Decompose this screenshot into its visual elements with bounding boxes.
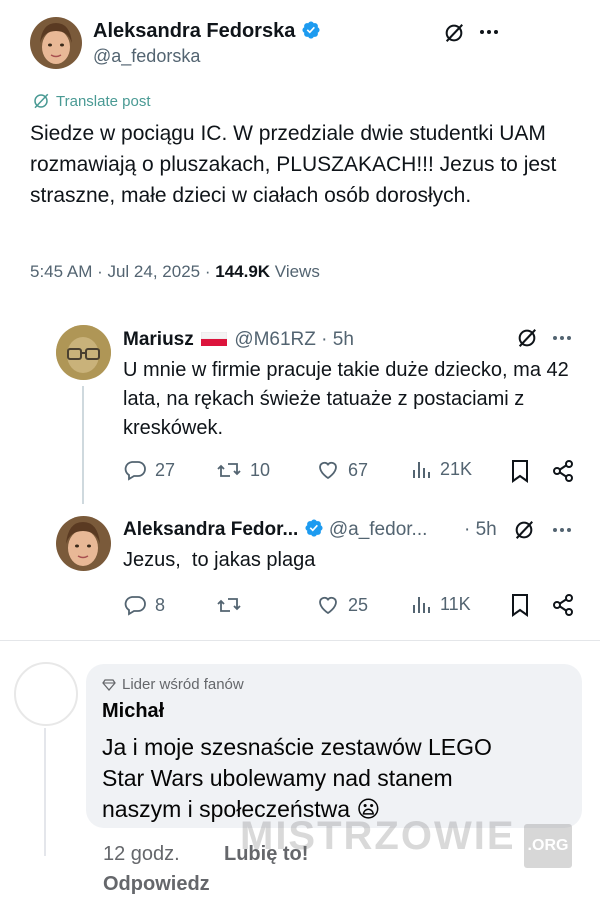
reply-time[interactable]: · 5h (464, 519, 497, 541)
bookmark-icon[interactable] (510, 593, 530, 617)
comment-thread-line (44, 728, 46, 856)
comment-icon (124, 596, 146, 616)
commenter-name[interactable]: Michał (102, 700, 164, 723)
translate-icon (34, 93, 49, 109)
views-count: 11K (440, 593, 471, 614)
reply-text: U mnie w firmie pracuje takie duże dziec… (123, 359, 569, 439)
likes-count: 67 (348, 459, 369, 480)
reply-handle-time[interactable]: @M61RZ · 5h (234, 329, 354, 350)
comment-text: Ja i moje szesnaście zestawów LEGO Star … (102, 734, 492, 822)
author-avatar[interactable] (30, 17, 82, 69)
reply-avatar[interactable] (56, 516, 111, 571)
poland-flag-icon (200, 331, 228, 346)
section-divider (0, 640, 600, 641)
reply-author-name[interactable]: Aleksandra Fedor... (123, 519, 298, 540)
more-options-icon[interactable] (551, 526, 573, 534)
views-count: 21K (440, 458, 473, 479)
heart-icon (319, 596, 337, 615)
reposts-count: 10 (250, 459, 271, 480)
thread-line (82, 386, 84, 504)
comment-icon (124, 461, 146, 481)
post-views-label: Views (274, 262, 320, 281)
diamond-icon (102, 678, 116, 691)
analytics-icon (413, 462, 430, 478)
author-name[interactable]: Aleksandra Fedorska (93, 20, 321, 43)
author-name-text[interactable]: Aleksandra Fedorska (93, 20, 295, 42)
comment-time[interactable]: 12 godz. (103, 843, 180, 866)
like-button[interactable]: 25 (316, 593, 368, 617)
reply-avatar[interactable] (56, 325, 111, 380)
repost-button[interactable]: 10 (216, 458, 270, 482)
fan-badge-label: Lider wśród fanów (122, 676, 244, 693)
bookmark-icon[interactable] (510, 459, 530, 483)
heart-icon (319, 461, 337, 480)
post-meta: 5:45 AM · Jul 24, 2025 · 144.9K Views (30, 262, 320, 282)
translate-post-link[interactable]: Translate post (32, 92, 151, 110)
share-icon[interactable] (552, 593, 574, 617)
fan-badge: Lider wśród fanów (102, 676, 244, 693)
reply-comment-button[interactable]: Odpowiedz (103, 873, 210, 896)
more-options-icon[interactable] (478, 28, 500, 36)
reply-header: Mariusz @M61RZ · 5h (123, 329, 354, 351)
repost-icon (217, 598, 241, 612)
comment-bubble: Lider wśród fanów Michał Ja i moje szesn… (86, 664, 582, 828)
reply-text: Jezus, to jakas plaga (123, 549, 316, 571)
verified-badge-icon (302, 21, 320, 39)
more-options-icon[interactable] (551, 334, 573, 342)
views-button[interactable]: 21K (412, 458, 472, 480)
post-time[interactable]: 5:45 AM · Jul 24, 2025 · (30, 262, 211, 281)
translate-label[interactable]: Translate post (56, 93, 151, 110)
reply-button[interactable]: 27 (123, 458, 175, 482)
grok-icon[interactable] (516, 327, 538, 349)
grok-icon[interactable] (443, 22, 465, 44)
commenter-avatar[interactable] (14, 662, 78, 726)
watermark: MISTRZOWIE (240, 814, 516, 858)
share-icon[interactable] (552, 459, 574, 483)
analytics-icon (413, 597, 430, 613)
post-views-count: 144.9K (215, 262, 271, 281)
author-handle[interactable]: @a_fedorska (93, 46, 200, 67)
replies-count: 8 (155, 594, 166, 615)
reply-author-name[interactable]: Mariusz (123, 329, 194, 350)
post-text: Siedze w pociągu IC. W przedziale dwie s… (30, 122, 557, 207)
grok-icon[interactable] (513, 519, 535, 541)
verified-badge-icon (305, 519, 323, 537)
views-button[interactable]: 11K (412, 593, 471, 615)
replies-count: 27 (155, 459, 176, 480)
watermark-suffix: .ORG (524, 824, 572, 868)
reply-header: Aleksandra Fedor... @a_fedor... (123, 518, 427, 541)
reply-handle[interactable]: @a_fedor... (329, 519, 428, 540)
like-button[interactable]: 67 (316, 458, 368, 482)
reply-button[interactable]: 8 (123, 593, 165, 617)
likes-count: 25 (348, 594, 369, 615)
repost-button[interactable] (216, 593, 250, 617)
repost-icon (217, 463, 241, 477)
